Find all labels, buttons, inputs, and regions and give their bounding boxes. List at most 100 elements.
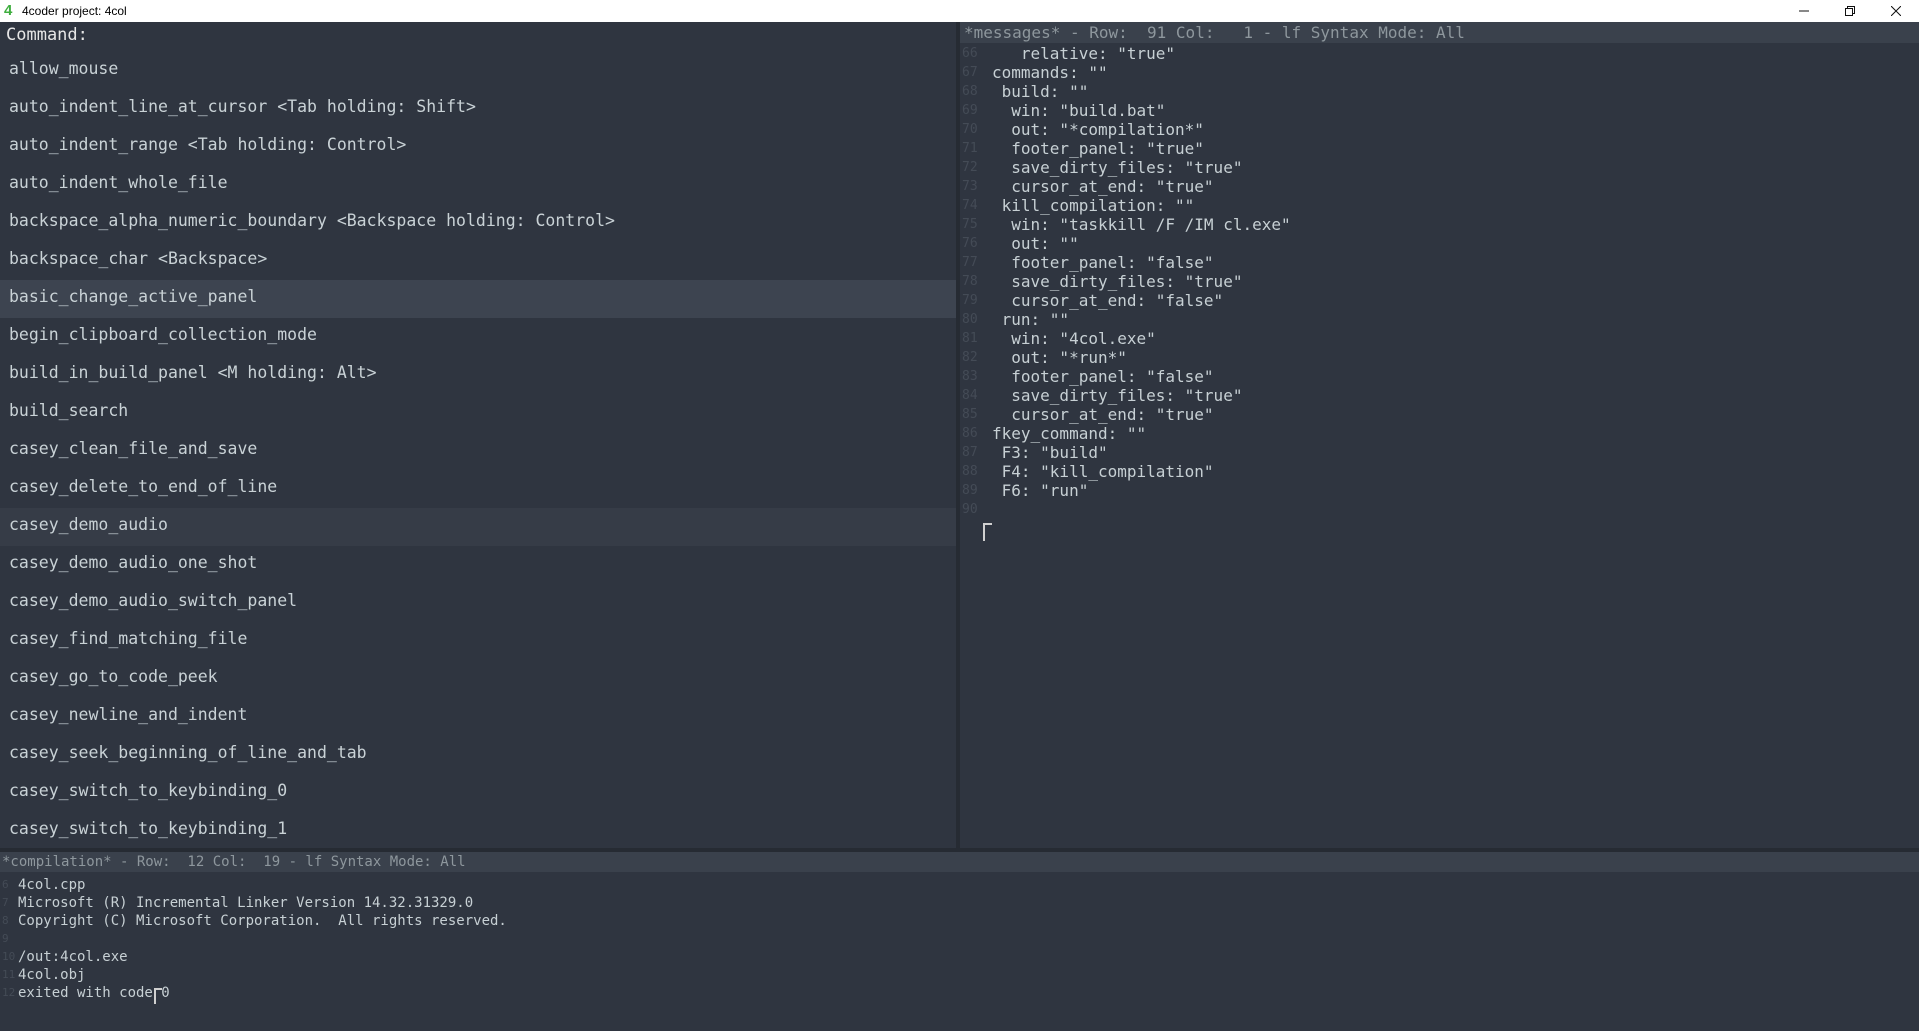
line-number: 9: [2, 932, 9, 945]
line-number: 81: [962, 331, 978, 346]
line-number: 83: [962, 369, 978, 384]
code-line: 72 save_dirty_files: "true": [960, 158, 1919, 177]
line-text: footer_panel: "true": [992, 139, 1204, 158]
command-list-item[interactable]: backspace_char <Backspace>: [0, 242, 956, 280]
line-number: 72: [962, 160, 978, 175]
command-list-item[interactable]: allow_mouse: [0, 52, 956, 90]
code-line: 83 footer_panel: "false": [960, 367, 1919, 386]
line-number: 78: [962, 274, 978, 289]
line-text: cursor_at_end: "false": [992, 291, 1224, 310]
code-line: 88 F4: "kill_compilation": [960, 462, 1919, 481]
command-list-item[interactable]: backspace_alpha_numeric_boundary <Backsp…: [0, 204, 956, 242]
compilation-buffer[interactable]: 6 4col.cpp 7 Microsoft (R) Incremental Link…: [0, 876, 1919, 1002]
line-text: save_dirty_files: "true": [992, 158, 1243, 177]
command-list-item[interactable]: casey_seek_beginning_of_line_and_tab: [0, 736, 956, 774]
line-text: 4col.cpp: [18, 877, 86, 893]
line-text: F6: "run": [992, 481, 1089, 500]
code-line: 82 out: "*run*": [960, 348, 1919, 367]
line-text: out: "": [992, 234, 1079, 253]
line-text: save_dirty_files: "true": [992, 386, 1243, 405]
command-list-item[interactable]: casey_go_to_code_peek: [0, 660, 956, 698]
line-text: save_dirty_files: "true": [992, 272, 1243, 291]
code-line: 86 fkey_command: "": [960, 424, 1919, 443]
code-line: 71 footer_panel: "true": [960, 139, 1919, 158]
command-list-item[interactable]: basic_change_active_panel: [0, 280, 956, 318]
output-line: 10/out:4col.exe: [0, 948, 1919, 966]
messages-buffer[interactable]: 66 relative: "true" 67 commands: "" 68 buil…: [960, 44, 1919, 519]
line-number: 66: [962, 46, 978, 61]
code-line: 73 cursor_at_end: "true": [960, 177, 1919, 196]
line-number: 76: [962, 236, 978, 251]
command-list-item[interactable]: casey_delete_to_end_of_line: [0, 470, 956, 508]
command-list-item[interactable]: casey_demo_audio: [0, 508, 956, 546]
line-text: relative: "true": [992, 44, 1176, 63]
line-number: 82: [962, 350, 978, 365]
code-line: 68 build: "": [960, 82, 1919, 101]
line-text: /out:4col.exe: [18, 949, 128, 965]
code-line: 69 win: "build.bat": [960, 101, 1919, 120]
compilation-status-bar: *compilation* - Row: 12 Col: 19 - lf Syn…: [0, 852, 1919, 872]
code-line: 75 win: "taskkill /F /IM cl.exe": [960, 215, 1919, 234]
code-line: 80 run: "": [960, 310, 1919, 329]
code-line: 70 out: "*compilation*": [960, 120, 1919, 139]
line-number: 84: [962, 388, 978, 403]
command-list-item[interactable]: casey_demo_audio_switch_panel: [0, 584, 956, 622]
messages-status-bar: *messages* - Row: 91 Col: 1 - lf Syntax …: [960, 22, 1919, 43]
command-list-item[interactable]: auto_indent_line_at_cursor <Tab holding:…: [0, 90, 956, 128]
command-list-item[interactable]: auto_indent_whole_file: [0, 166, 956, 204]
code-line: 87 F3: "build": [960, 443, 1919, 462]
command-list-item[interactable]: casey_clean_file_and_save: [0, 432, 956, 470]
line-number: 67: [962, 65, 978, 80]
line-text: commands: "": [992, 63, 1108, 82]
line-number: 10: [2, 950, 16, 963]
line-number: 79: [962, 293, 978, 308]
line-number: 11: [2, 968, 16, 981]
line-text: footer_panel: "false": [992, 253, 1214, 272]
line-text: run: "": [992, 310, 1070, 329]
line-number: 71: [962, 141, 978, 156]
line-number: 69: [962, 103, 978, 118]
command-prompt[interactable]: Command:: [6, 25, 88, 45]
minimize-icon[interactable]: [1781, 0, 1827, 22]
line-text: Copyright (C) Microsoft Corporation. All…: [18, 913, 507, 929]
line-number: 87: [962, 445, 978, 460]
messages-panel[interactable]: *messages* - Row: 91 Col: 1 - lf Syntax …: [960, 22, 1919, 848]
command-list-item[interactable]: build_in_build_panel <M holding: Alt>: [0, 356, 956, 394]
line-text: build: "": [992, 82, 1089, 101]
app-icon: 4: [4, 2, 13, 19]
code-line: 66 relative: "true": [960, 44, 1919, 63]
line-number: 85: [962, 407, 978, 422]
line-text: fkey_command: "": [992, 424, 1147, 443]
title-bar: 4 4coder project: 4col: [0, 0, 1919, 22]
close-icon[interactable]: [1873, 0, 1919, 22]
line-text: win: "taskkill /F /IM cl.exe": [992, 215, 1291, 234]
command-list-item[interactable]: auto_indent_range <Tab holding: Control>: [0, 128, 956, 166]
line-number: 7: [2, 896, 9, 909]
line-number: 77: [962, 255, 978, 270]
line-text: win: "build.bat": [992, 101, 1166, 120]
command-list-item[interactable]: build_search: [0, 394, 956, 432]
command-list-item[interactable]: casey_switch_to_keybinding_1: [0, 812, 956, 848]
code-line: 79 cursor_at_end: "false": [960, 291, 1919, 310]
line-number: 86: [962, 426, 978, 441]
line-number: 89: [962, 483, 978, 498]
code-line: 76 out: "": [960, 234, 1919, 253]
line-text: out: "*run*": [992, 348, 1127, 367]
code-line: 84 save_dirty_files: "true": [960, 386, 1919, 405]
line-number: 73: [962, 179, 978, 194]
line-text: Microsoft (R) Incremental Linker Version…: [18, 895, 474, 911]
command-list-item[interactable]: begin_clipboard_collection_mode: [0, 318, 956, 356]
compilation-panel[interactable]: *compilation* - Row: 12 Col: 19 - lf Syn…: [0, 852, 1919, 1031]
line-number: 6: [2, 878, 9, 891]
command-list-item[interactable]: casey_find_matching_file: [0, 622, 956, 660]
output-line: 6 4col.cpp: [0, 876, 1919, 894]
line-text: exited with code 0: [18, 985, 170, 1001]
command-list-item[interactable]: casey_newline_and_indent: [0, 698, 956, 736]
restore-icon[interactable]: [1827, 0, 1873, 22]
command-list-item[interactable]: casey_switch_to_keybinding_0: [0, 774, 956, 812]
code-line: 78 save_dirty_files: "true": [960, 272, 1919, 291]
code-line: 85 cursor_at_end: "true": [960, 405, 1919, 424]
line-number: 75: [962, 217, 978, 232]
code-line: 67 commands: "": [960, 63, 1919, 82]
command-list-item[interactable]: casey_demo_audio_one_shot: [0, 546, 956, 584]
